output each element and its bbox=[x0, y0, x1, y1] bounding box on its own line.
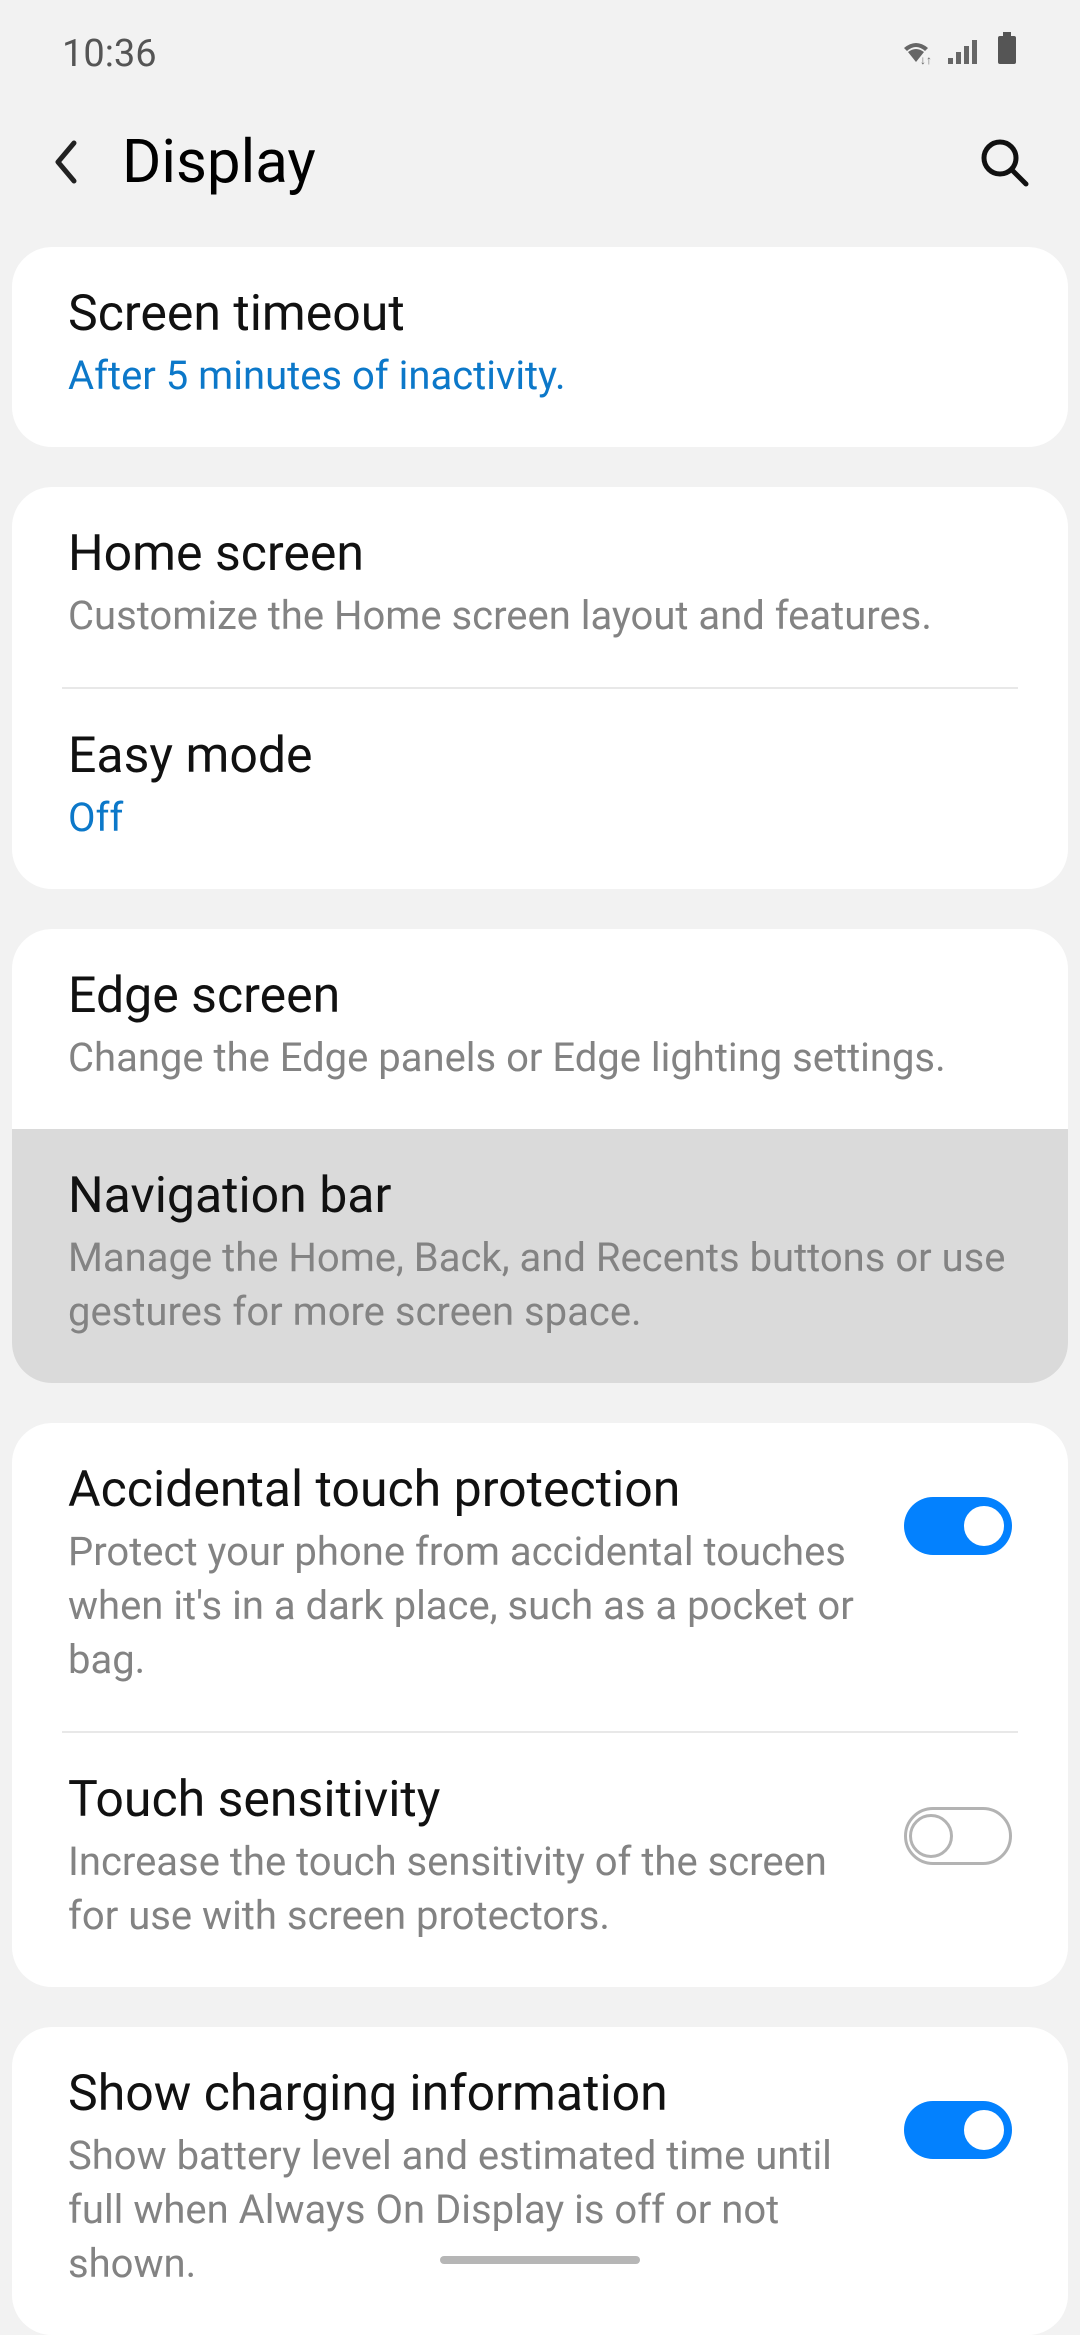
item-subtitle: Customize the Home screen layout and fea… bbox=[68, 589, 1012, 643]
signal-icon bbox=[948, 32, 982, 76]
item-title: Navigation bar bbox=[68, 1167, 1012, 1225]
page-title: Display bbox=[122, 126, 938, 197]
item-title: Screen timeout bbox=[68, 285, 1012, 343]
setting-accidental-touch[interactable]: Accidental touch protection Protect your… bbox=[12, 1423, 1068, 1731]
item-subtitle: After 5 minutes of inactivity. bbox=[68, 349, 1012, 403]
header: Display bbox=[0, 96, 1080, 247]
item-title: Easy mode bbox=[68, 727, 1012, 785]
settings-content: Screen timeout After 5 minutes of inacti… bbox=[0, 247, 1080, 2335]
item-subtitle: Off bbox=[68, 791, 1012, 845]
search-button[interactable] bbox=[978, 136, 1030, 188]
toggle-knob bbox=[961, 2107, 1007, 2153]
setting-charging-info[interactable]: Show charging information Show battery l… bbox=[12, 2027, 1068, 2335]
item-title: Home screen bbox=[68, 525, 1012, 583]
setting-home-screen[interactable]: Home screen Customize the Home screen la… bbox=[12, 487, 1068, 687]
chevron-left-icon bbox=[50, 137, 82, 187]
home-indicator[interactable] bbox=[440, 2256, 640, 2264]
item-text: Touch sensitivity Increase the touch sen… bbox=[68, 1771, 864, 1943]
item-subtitle: Change the Edge panels or Edge lighting … bbox=[68, 1031, 1012, 1085]
wifi-icon: ↓↑ bbox=[898, 32, 934, 76]
item-title: Show charging information bbox=[68, 2065, 864, 2123]
search-icon bbox=[978, 136, 1030, 188]
status-time: 10:36 bbox=[62, 32, 157, 76]
settings-card: Home screen Customize the Home screen la… bbox=[12, 487, 1068, 889]
item-subtitle: Increase the touch sensitivity of the sc… bbox=[68, 1835, 864, 1943]
item-subtitle: Manage the Home, Back, and Recents butto… bbox=[68, 1231, 1012, 1339]
status-icons: ↓↑ bbox=[898, 32, 1018, 76]
status-bar: 10:36 ↓↑ bbox=[0, 0, 1080, 96]
item-subtitle: Protect your phone from accidental touch… bbox=[68, 1525, 864, 1687]
battery-icon bbox=[996, 32, 1018, 76]
setting-navigation-bar[interactable]: Navigation bar Manage the Home, Back, an… bbox=[12, 1129, 1068, 1383]
toggle-accidental-touch[interactable] bbox=[904, 1497, 1012, 1555]
toggle-charging-info[interactable] bbox=[904, 2101, 1012, 2159]
settings-card: Accidental touch protection Protect your… bbox=[12, 1423, 1068, 1987]
setting-easy-mode[interactable]: Easy mode Off bbox=[12, 689, 1068, 889]
toggle-knob bbox=[909, 1814, 953, 1858]
setting-touch-sensitivity[interactable]: Touch sensitivity Increase the touch sen… bbox=[12, 1733, 1068, 1987]
item-title: Edge screen bbox=[68, 967, 1012, 1025]
setting-screen-timeout[interactable]: Screen timeout After 5 minutes of inacti… bbox=[12, 247, 1068, 447]
toggle-touch-sensitivity[interactable] bbox=[904, 1807, 1012, 1865]
item-title: Accidental touch protection bbox=[68, 1461, 864, 1519]
svg-text:↓↑: ↓↑ bbox=[920, 53, 932, 66]
setting-edge-screen[interactable]: Edge screen Change the Edge panels or Ed… bbox=[12, 929, 1068, 1129]
settings-card: Show charging information Show battery l… bbox=[12, 2027, 1068, 2335]
item-title: Touch sensitivity bbox=[68, 1771, 864, 1829]
item-subtitle: Show battery level and estimated time un… bbox=[68, 2129, 864, 2291]
item-text: Accidental touch protection Protect your… bbox=[68, 1461, 864, 1687]
back-button[interactable] bbox=[50, 137, 82, 187]
settings-card: Edge screen Change the Edge panels or Ed… bbox=[12, 929, 1068, 1383]
toggle-knob bbox=[961, 1503, 1007, 1549]
settings-card: Screen timeout After 5 minutes of inacti… bbox=[12, 247, 1068, 447]
